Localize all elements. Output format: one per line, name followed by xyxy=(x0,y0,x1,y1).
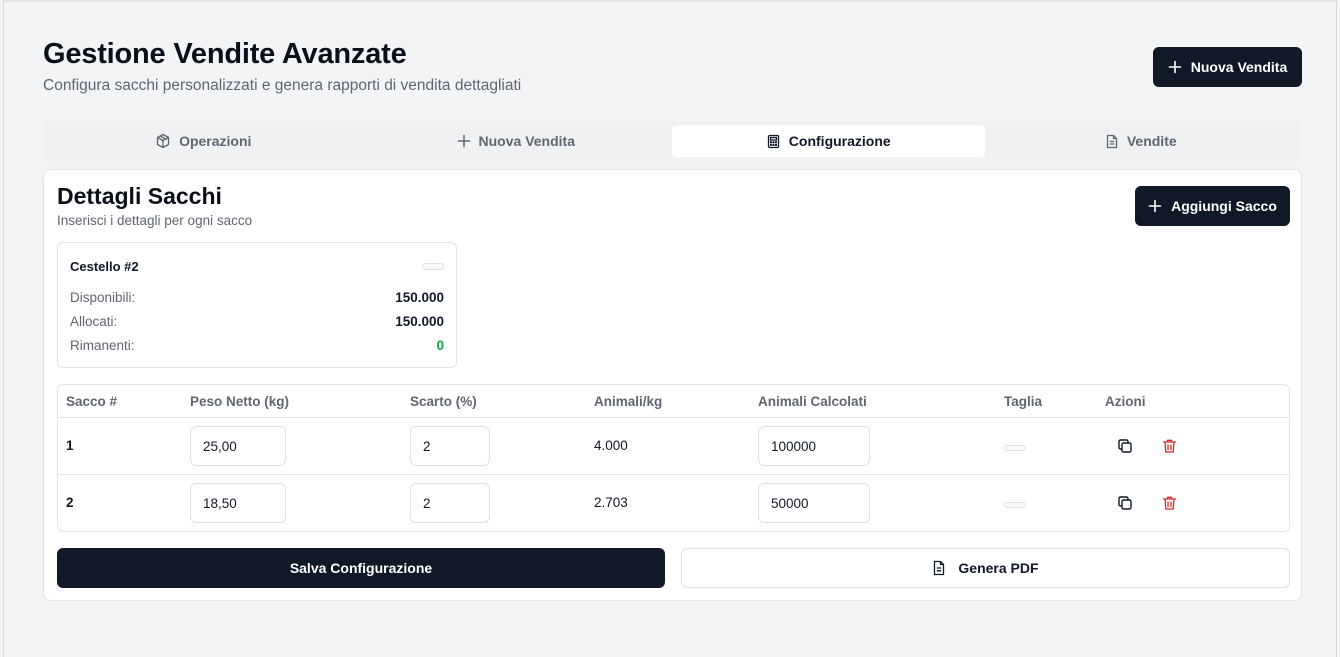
column-header: Sacco # xyxy=(66,394,118,409)
stock-value: 0 xyxy=(436,338,444,353)
tab-label: Nuova Vendita xyxy=(478,133,575,149)
calculated-animals-input[interactable] xyxy=(758,426,870,466)
generate-pdf-button[interactable]: Genera PDF xyxy=(681,548,1290,588)
column-header: Scarto (%) xyxy=(410,394,477,409)
pdf-button-label: Genera PDF xyxy=(958,560,1039,576)
tab-label: Vendite xyxy=(1126,133,1177,149)
column-header: Azioni xyxy=(1105,394,1146,409)
bag-number: 2 xyxy=(66,495,74,510)
size-badge xyxy=(1004,502,1026,508)
app-window: Gestione Vendite Avanzate Configura sacc… xyxy=(3,0,1337,657)
tab-label: Configurazione xyxy=(788,133,891,149)
column-header: Taglia xyxy=(1004,394,1043,409)
column-header: Peso Netto (kg) xyxy=(190,394,290,409)
stock-value: 150.000 xyxy=(395,290,444,305)
document-icon xyxy=(1105,134,1119,149)
copy-icon[interactable] xyxy=(1116,437,1134,455)
stock-label: Rimanenti: xyxy=(70,338,135,353)
add-bag-button-label: Aggiungi Sacco xyxy=(1171,198,1277,214)
stock-row-remaining: Rimanenti: 0 xyxy=(70,338,444,353)
trash-icon[interactable] xyxy=(1160,437,1178,455)
stock-value: 150.000 xyxy=(395,314,444,329)
column-header: Animali Calcolati xyxy=(758,394,867,409)
size-badge xyxy=(1004,445,1026,451)
net-weight-input[interactable] xyxy=(190,426,286,466)
basket-name: Cestello #2 xyxy=(70,259,139,274)
section-title: Dettagli Sacchi xyxy=(57,183,222,209)
bags-table: Sacco # Peso Netto (kg) Scarto (%) Anima… xyxy=(57,384,1290,532)
net-weight-input[interactable] xyxy=(190,483,286,523)
table-row: 1 4.000 xyxy=(58,418,1289,475)
calculated-animals-input[interactable] xyxy=(758,483,870,523)
stock-row-available: Disponibili: 150.000 xyxy=(70,290,444,305)
table-row: 2 2.703 xyxy=(58,475,1289,531)
tab-nuova-vendita[interactable]: Nuova Vendita xyxy=(360,125,673,157)
tab-operazioni[interactable]: Operazioni xyxy=(47,125,360,157)
plus-icon xyxy=(1148,199,1162,213)
waste-percent-input[interactable] xyxy=(410,426,490,466)
section-subtitle: Inserisci i dettagli per ogni sacco xyxy=(57,213,253,228)
add-bag-button[interactable]: Aggiungi Sacco xyxy=(1135,186,1290,226)
trash-icon[interactable] xyxy=(1160,494,1178,512)
tab-bar: Operazioni Nuova Vendita Configurazione … xyxy=(43,121,1301,161)
plus-icon xyxy=(457,134,471,148)
basket-summary-card: Cestello #2 Disponibili: 150.000 Allocat… xyxy=(57,242,457,368)
waste-percent-input[interactable] xyxy=(410,483,490,523)
page-subtitle: Configura sacchi personalizzati e genera… xyxy=(43,77,522,94)
copy-icon[interactable] xyxy=(1116,494,1134,512)
animals-per-kg: 2.703 xyxy=(594,495,628,510)
calculator-icon xyxy=(766,134,781,149)
tab-label: Operazioni xyxy=(179,133,252,149)
stock-row-allocated: Allocati: 150.000 xyxy=(70,314,444,329)
stock-label: Disponibili: xyxy=(70,290,136,305)
plus-icon xyxy=(1168,60,1182,74)
animals-per-kg: 4.000 xyxy=(594,438,628,453)
bag-details-card: Dettagli Sacchi Inserisci i dettagli per… xyxy=(43,169,1302,601)
table-header: Sacco # Peso Netto (kg) Scarto (%) Anima… xyxy=(58,385,1289,418)
page-title: Gestione Vendite Avanzate xyxy=(43,38,407,70)
save-button-label: Salva Configurazione xyxy=(289,560,433,576)
new-sale-button-label: Nuova Vendita xyxy=(1190,59,1288,75)
basket-badge xyxy=(422,263,444,270)
package-icon xyxy=(155,133,171,149)
document-icon xyxy=(932,560,946,576)
bag-number: 1 xyxy=(66,438,74,453)
tab-vendite[interactable]: Vendite xyxy=(985,125,1298,157)
stock-label: Allocati: xyxy=(70,314,118,329)
column-header: Animali/kg xyxy=(594,394,663,409)
new-sale-button[interactable]: Nuova Vendita xyxy=(1153,47,1302,87)
tab-configurazione[interactable]: Configurazione xyxy=(672,125,985,157)
save-configuration-button[interactable]: Salva Configurazione xyxy=(57,548,665,588)
